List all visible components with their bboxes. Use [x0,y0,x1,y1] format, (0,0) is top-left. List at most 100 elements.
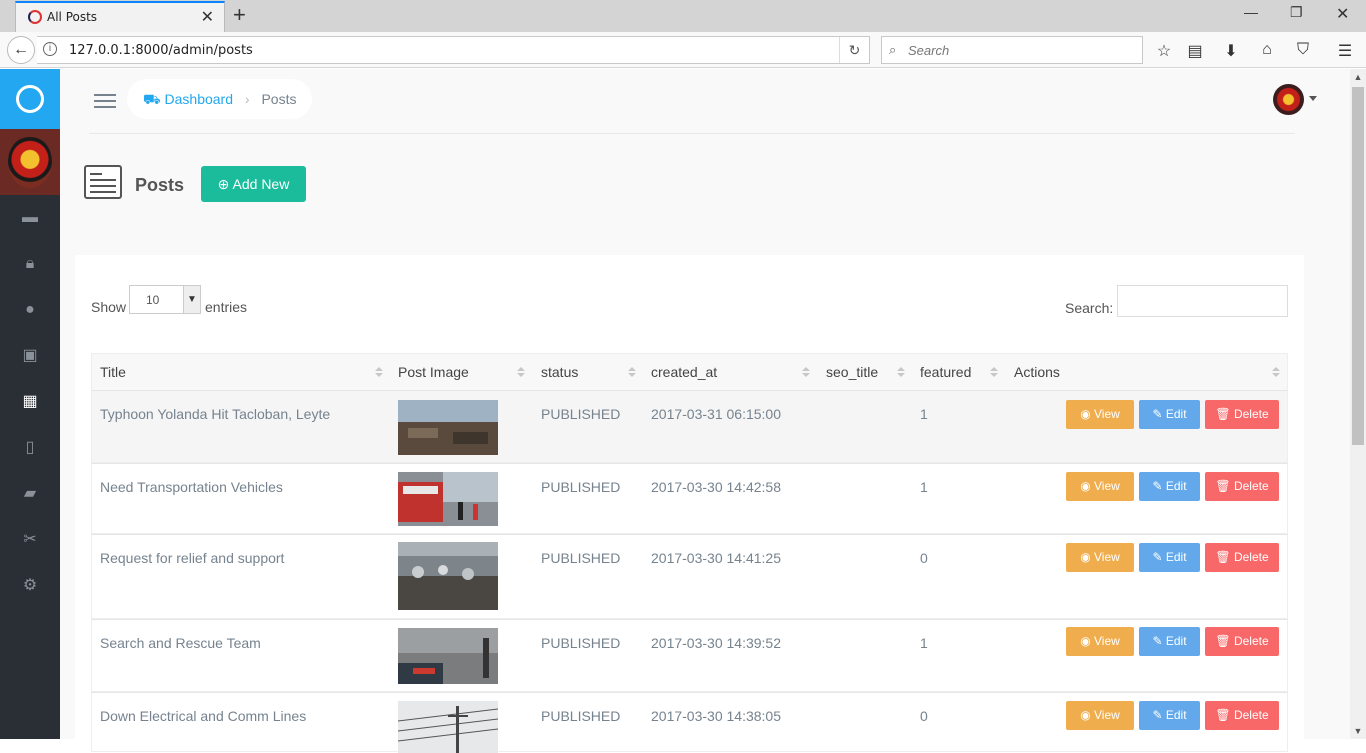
minimize-icon[interactable]: — [1244,4,1258,20]
delete-button[interactable]: 🗑︎ Delete [1205,627,1279,656]
sort-icon[interactable] [1272,367,1280,379]
sort-icon[interactable] [990,367,998,379]
column-created-at[interactable]: created_at [651,354,717,391]
view-button[interactable]: ◉ View [1066,627,1134,656]
column-actions[interactable]: Actions [1014,354,1060,391]
post-title: Down Electrical and Comm Lines [100,708,307,724]
posts-icon[interactable]: ▦ [0,379,60,425]
edit-label: Edit [1165,634,1187,648]
table-search-input[interactable] [1117,285,1288,317]
avatar [1273,84,1304,115]
reading-list-icon[interactable]: ▤ [1185,41,1205,61]
delete-label: Delete [1233,550,1269,564]
column-title[interactable]: Title [100,354,126,391]
sort-icon[interactable] [517,367,525,379]
trash-icon: 🗑︎ [1215,550,1231,564]
back-arrow-icon[interactable]: ← [7,36,35,64]
browser-search-placeholder: Search [908,43,950,58]
sort-icon[interactable] [628,367,636,379]
address-bar[interactable]: i 127.0.0.1:8000/admin/posts ↻ [37,36,870,64]
post-title: Search and Rescue Team [100,635,261,651]
trash-icon: 🗑︎ [1215,634,1231,648]
delete-label: Delete [1233,708,1269,722]
column-post-image[interactable]: Post Image [398,354,469,391]
column-featured[interactable]: featured [920,354,971,391]
caret-down-icon [1309,96,1317,101]
reload-icon[interactable]: ↻ [839,37,869,63]
post-created-at: 2017-03-30 14:39:52 [651,635,781,651]
chevron-down-icon[interactable]: ▼ [183,286,200,313]
view-button[interactable]: ◉ View [1066,472,1134,501]
post-status: PUBLISHED [541,550,621,566]
page-scrollbar[interactable]: ▲ ▼ [1350,69,1366,739]
settings-gear-icon[interactable]: ⚙ [0,563,60,609]
delete-button[interactable]: 🗑︎ Delete [1205,400,1279,429]
post-image [398,628,498,684]
scroll-up-icon[interactable]: ▲ [1350,69,1366,85]
scrollbar-thumb[interactable] [1352,87,1364,445]
view-label: View [1094,708,1120,722]
table-row: Down Electrical and Comm Lines PUBLISHED… [91,692,1288,753]
hamburger-menu-icon[interactable] [94,94,116,108]
post-created-at: 2017-03-30 14:38:05 [651,708,781,724]
edit-button[interactable]: ✎ Edit [1139,400,1200,429]
eye-icon: ◉ [1080,479,1091,493]
brand-logo[interactable] [0,69,60,129]
close-window-icon[interactable]: ✕ [1336,4,1349,24]
scroll-down-icon[interactable]: ▼ [1350,723,1366,739]
profile-seal-image [8,136,52,188]
column-status[interactable]: status [541,354,578,391]
pages-icon[interactable]: ▯ [0,425,60,471]
view-button[interactable]: ◉ View [1066,400,1134,429]
breadcrumb-home[interactable]: ⛟ Dashboard [143,91,233,107]
breadcrumb-home-label[interactable]: Dashboard [165,91,234,107]
post-image [398,400,498,455]
edit-icon: ✎ [1152,634,1163,648]
dashboard-icon[interactable]: ▬ [0,195,60,241]
column-seo-title[interactable]: seo_title [826,354,878,391]
home-icon[interactable]: ⌂ [1257,41,1277,59]
post-image [398,542,498,610]
post-status: PUBLISHED [541,479,621,495]
download-icon[interactable]: ⬇ [1221,41,1241,61]
post-status: PUBLISHED [541,708,621,724]
pocket-icon[interactable]: ⛉ [1293,41,1313,59]
sort-icon[interactable] [375,367,383,379]
media-icon[interactable]: ▣ [0,333,60,379]
close-tab-icon[interactable]: ✕ [201,7,214,27]
tools-icon[interactable]: ✂ [0,517,60,563]
user-menu[interactable] [1273,84,1323,116]
app-sidebar: ▬ 🔒︎ ● ▣ ▦ ▯ ▰ ✂ ⚙ [0,69,60,739]
sidebar-profile[interactable] [0,129,60,195]
browser-search-input[interactable]: ⌕ Search [881,36,1143,64]
post-status: PUBLISHED [541,635,621,651]
post-title: Request for relief and support [100,550,285,566]
view-button[interactable]: ◉ View [1066,701,1134,730]
delete-button[interactable]: 🗑︎ Delete [1205,701,1279,730]
bookmark-star-icon[interactable]: ☆ [1154,41,1174,61]
view-button[interactable]: ◉ View [1066,543,1134,572]
restore-icon[interactable]: ❐ [1290,4,1303,21]
edit-button[interactable]: ✎ Edit [1139,472,1200,501]
new-tab-icon[interactable]: + [233,3,246,27]
browser-tab[interactable]: All Posts ✕ [15,1,225,32]
user-icon[interactable]: ● [0,287,60,333]
delete-button[interactable]: 🗑︎ Delete [1205,543,1279,572]
entries-value: 10 [146,293,160,307]
view-label: View [1094,634,1120,648]
menu-icon[interactable]: ☰ [1335,41,1355,61]
browser-navbar: ← i 127.0.0.1:8000/admin/posts ↻ ⌕ Searc… [0,32,1366,68]
lock-icon[interactable]: 🔒︎ [0,241,60,287]
sort-icon[interactable] [897,367,905,379]
delete-button[interactable]: 🗑︎ Delete [1205,472,1279,501]
edit-button[interactable]: ✎ Edit [1139,543,1200,572]
edit-label: Edit [1165,550,1187,564]
categories-icon[interactable]: ▰ [0,471,60,517]
site-info-icon[interactable]: i [43,42,57,56]
add-new-button[interactable]: ⊕ Add New [201,166,306,202]
entries-select[interactable]: 10 ▼ [129,285,201,314]
edit-button[interactable]: ✎ Edit [1139,701,1200,730]
sort-icon[interactable] [802,367,810,379]
edit-button[interactable]: ✎ Edit [1139,627,1200,656]
post-created-at: 2017-03-30 14:42:58 [651,479,781,495]
